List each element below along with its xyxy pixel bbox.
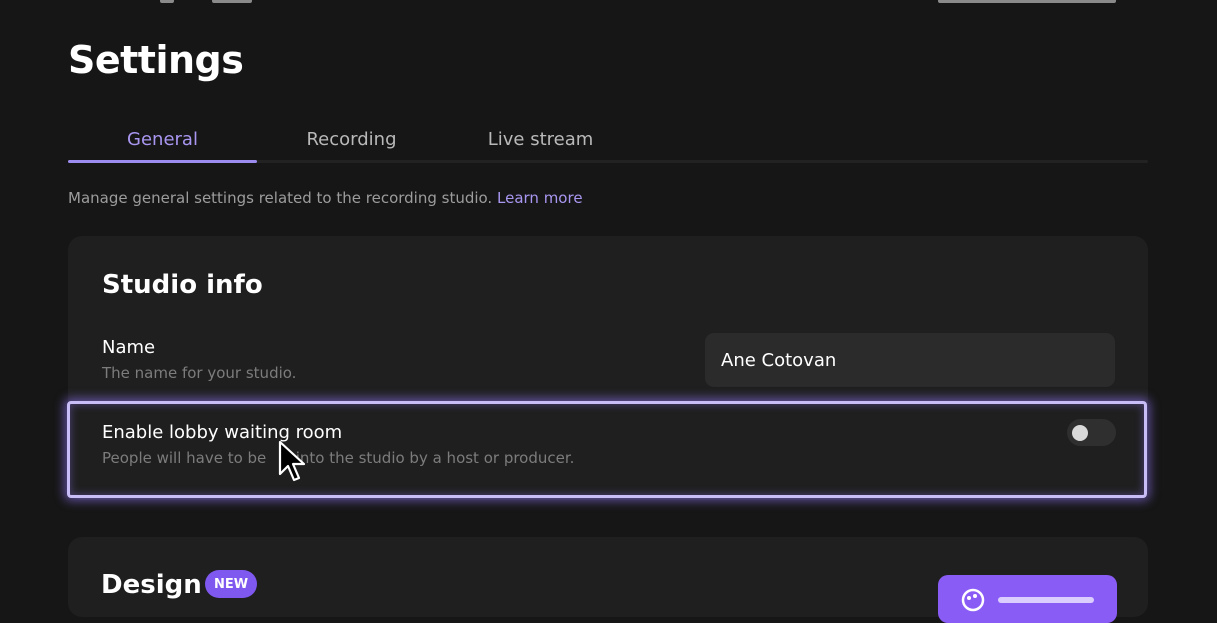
tab-general[interactable]: General [68,118,257,160]
tab-live-stream[interactable]: Live stream [446,118,635,160]
top-bar-fragment [212,0,252,3]
mouse-cursor-icon [278,440,306,482]
settings-tabs: General Recording Live stream [68,118,1148,164]
customize-icon [961,588,985,612]
new-badge: NEW [205,570,257,598]
lobby-toggle[interactable] [1067,419,1116,446]
name-description: The name for your studio. [102,364,297,382]
studio-name-input[interactable] [705,333,1115,387]
top-bar-fragment [938,0,1116,3]
tab-label: Live stream [487,128,594,150]
design-title: Design [101,570,202,600]
tab-label: Recording [306,128,397,150]
lobby-setting-highlight [67,401,1147,498]
studio-info-title: Studio info [102,270,263,300]
name-label: Name [102,337,156,358]
settings-description: Manage general settings related to the r… [68,189,583,207]
toggle-knob [1072,425,1088,441]
top-bar-fragment [160,0,174,3]
page-title: Settings [68,38,244,82]
customize-button[interactable] [938,575,1117,623]
learn-more-link[interactable]: Learn more [497,189,583,207]
active-tab-indicator [68,160,257,163]
tab-label: General [127,128,198,150]
tab-recording[interactable]: Recording [257,118,446,160]
description-text: Manage general settings related to the r… [68,189,493,207]
